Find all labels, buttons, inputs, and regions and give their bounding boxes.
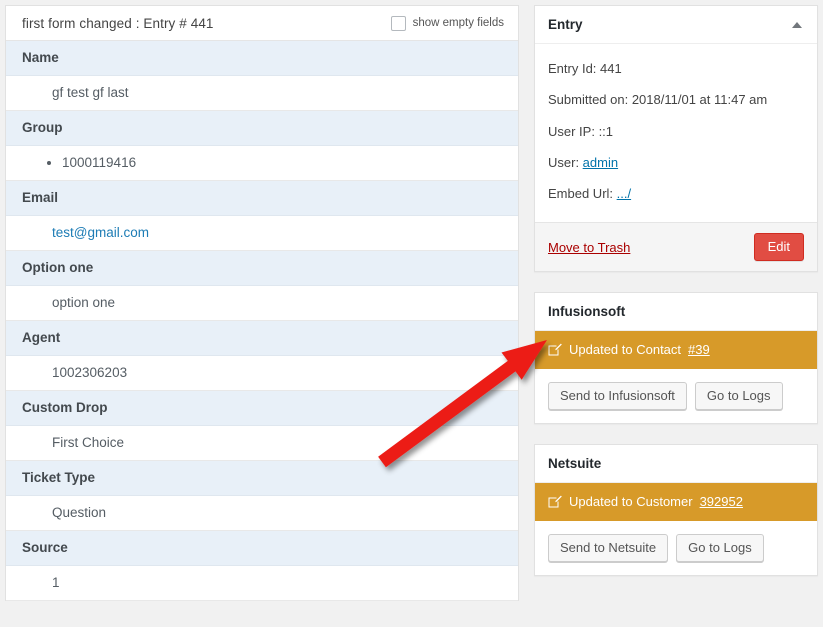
entry-table-header: first form changed : Entry # 441 show em… xyxy=(6,6,518,41)
entry-metabox-footer: Move to Trash Edit xyxy=(535,222,817,272)
send-to-netsuite-button[interactable]: Send to Netsuite xyxy=(548,534,669,563)
entry-embed-link[interactable]: .../ xyxy=(617,186,631,201)
field-value: First Choice xyxy=(6,426,518,461)
infusionsoft-metabox: Infusionsoft Updated to Contact #39 Send… xyxy=(534,292,818,425)
move-to-trash-link[interactable]: Move to Trash xyxy=(548,240,630,255)
show-empty-fields-checkbox[interactable] xyxy=(390,15,406,31)
netsuite-metabox-title: Netsuite xyxy=(548,456,602,472)
entry-id-line: Entry Id: 441 xyxy=(548,61,622,76)
list-item: 1000119416 xyxy=(62,155,502,170)
edit-button[interactable]: Edit xyxy=(753,233,804,262)
entry-embed-url-line: Embed Url: .../ xyxy=(548,179,804,210)
entry-metabox-title: Entry xyxy=(548,17,583,32)
entry-submitted-line: Submitted on: 2018/11/01 at 11:47 am xyxy=(548,92,768,108)
field-value: Question xyxy=(6,496,518,531)
netsuite-metabox-header[interactable]: Netsuite xyxy=(535,445,817,484)
send-to-infusionsoft-button[interactable]: Send to Infusionsoft xyxy=(548,382,687,411)
infusionsoft-metabox-header[interactable]: Infusionsoft xyxy=(535,293,817,332)
field-label: Agent xyxy=(6,321,518,356)
entry-user-link[interactable]: admin xyxy=(583,155,618,170)
field-value: test@gmail.com xyxy=(6,216,518,251)
infusionsoft-metabox-title: Infusionsoft xyxy=(548,304,626,320)
infusionsoft-status-text: Updated to Contact xyxy=(569,342,682,358)
field-value-list: 1000119416 xyxy=(22,155,502,170)
field-value: gf test gf last xyxy=(6,76,518,111)
entry-user-ip-line: User IP: ::1 xyxy=(548,123,614,139)
show-empty-fields-control[interactable]: show empty fields xyxy=(390,15,504,31)
netsuite-status-bar: Updated to Customer 392952 xyxy=(535,483,817,522)
sidebar: Entry Entry Id: 441 Submitted on: 2018/1… xyxy=(534,5,818,596)
edit-square-icon xyxy=(548,343,562,356)
entry-detail-panel: first form changed : Entry # 441 show em… xyxy=(5,5,519,601)
entry-metabox: Entry Entry Id: 441 Submitted on: 2018/1… xyxy=(534,5,818,273)
netsuite-status-text: Updated to Customer xyxy=(569,494,693,510)
field-label: Source xyxy=(6,531,518,566)
field-label: Option one xyxy=(6,251,518,286)
chevron-up-icon[interactable] xyxy=(792,21,802,28)
field-value-link[interactable]: test@gmail.com xyxy=(52,225,149,240)
field-value: 1002306203 xyxy=(6,356,518,391)
entry-user-prefix: User: xyxy=(548,154,583,170)
field-label: Name xyxy=(6,41,518,76)
entry-metabox-body: Entry Id: 441 Submitted on: 2018/11/01 a… xyxy=(535,44,817,222)
infusionsoft-status-link[interactable]: #39 xyxy=(688,342,710,357)
field-label: Custom Drop xyxy=(6,391,518,426)
page-title: first form changed : Entry # 441 xyxy=(22,15,214,31)
edit-square-icon xyxy=(548,495,562,508)
netsuite-status-link[interactable]: 392952 xyxy=(700,494,743,509)
entry-metabox-header[interactable]: Entry xyxy=(535,6,817,44)
show-empty-fields-label: show empty fields xyxy=(412,17,504,29)
netsuite-go-to-logs-button[interactable]: Go to Logs xyxy=(676,534,764,563)
screen-root: first form changed : Entry # 441 show em… xyxy=(0,0,823,627)
field-label: Email xyxy=(6,181,518,216)
field-label: Ticket Type xyxy=(6,461,518,496)
entry-user-line: User: admin xyxy=(548,148,804,179)
field-label: Group xyxy=(6,111,518,146)
infusionsoft-go-to-logs-button[interactable]: Go to Logs xyxy=(694,382,783,411)
infusionsoft-actions: Send to Infusionsoft Go to Logs xyxy=(535,369,817,423)
netsuite-actions: Send to Netsuite Go to Logs xyxy=(535,521,817,575)
entry-fields-table: first form changed : Entry # 441 show em… xyxy=(5,5,519,601)
entry-field-rows: Namegf test gf lastGroup 1000119416 Email t… xyxy=(6,41,518,601)
field-value: option one xyxy=(6,286,518,321)
entry-embed-prefix: Embed Url: xyxy=(548,186,617,201)
field-value: 1000119416 xyxy=(6,146,518,181)
field-value: 1 xyxy=(6,566,518,601)
netsuite-metabox: Netsuite Updated to Customer 392952 Send… xyxy=(534,444,818,577)
infusionsoft-status-bar: Updated to Contact #39 xyxy=(535,331,817,370)
